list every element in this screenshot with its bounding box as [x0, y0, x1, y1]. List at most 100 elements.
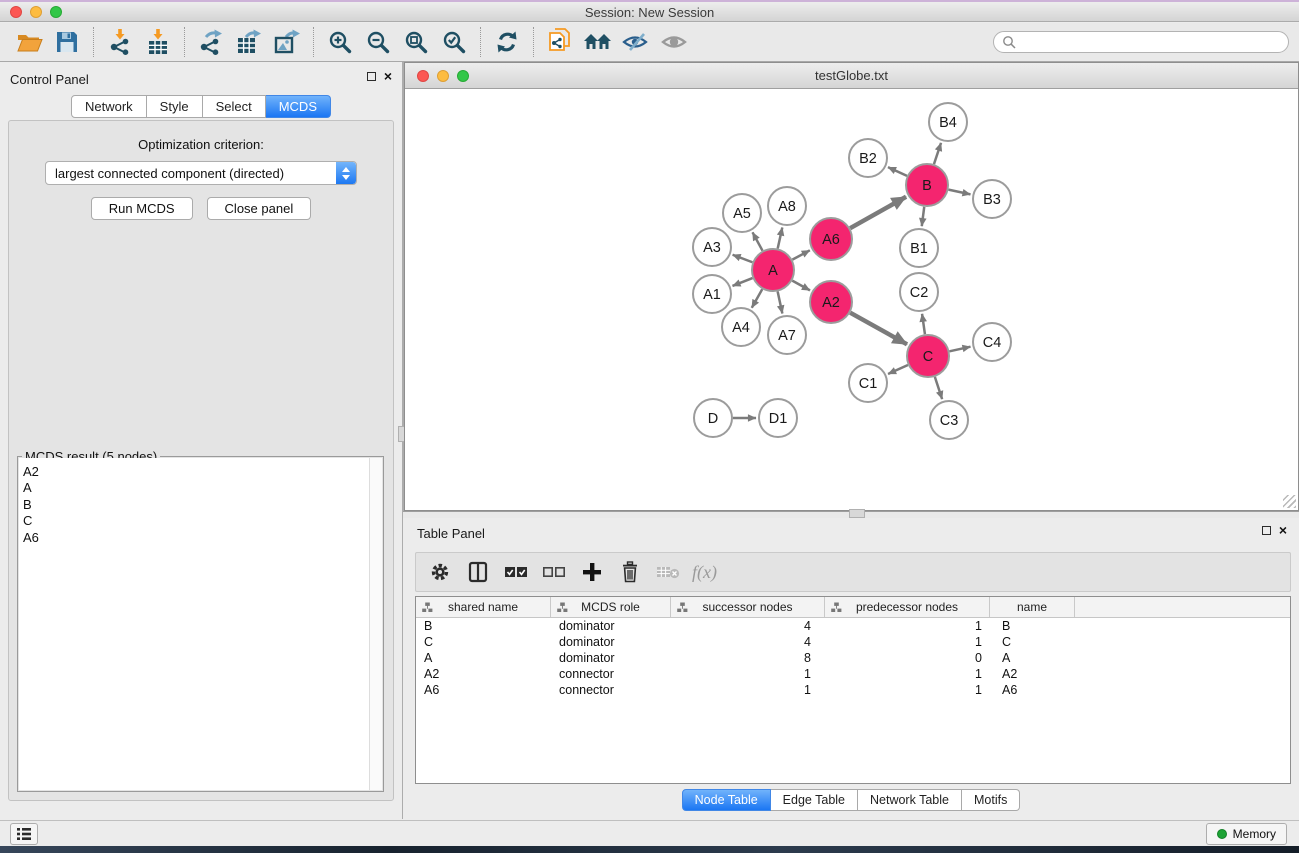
graph-node-A3[interactable]: A3 — [693, 228, 731, 266]
open-session-button[interactable] — [10, 26, 48, 58]
graph-node-B4[interactable]: B4 — [929, 103, 967, 141]
import-network-button[interactable] — [101, 26, 139, 58]
table-row[interactable]: A2connector11A2 — [416, 666, 1290, 682]
save-session-button[interactable] — [48, 26, 86, 58]
graph-edge-A-A7[interactable] — [778, 292, 783, 314]
export-table-button[interactable] — [230, 26, 268, 58]
tab-mcds[interactable]: MCDS — [266, 95, 331, 118]
hide-selected-button[interactable] — [617, 26, 655, 58]
tab-style[interactable]: Style — [147, 95, 203, 118]
zoom-fit-button[interactable] — [397, 26, 435, 58]
graph-edge-C-C4[interactable] — [949, 347, 970, 352]
delete-column-button[interactable] — [614, 557, 646, 587]
table-row[interactable]: Cdominator41C — [416, 634, 1290, 650]
horizontal-splitter-grip[interactable] — [849, 509, 865, 518]
close-panel-icon[interactable]: × — [384, 72, 392, 81]
graph-node-B3[interactable]: B3 — [973, 180, 1011, 218]
result-item[interactable]: B — [23, 497, 369, 513]
graph-edge-A-A1[interactable] — [732, 278, 752, 286]
function-builder-button[interactable]: f(x) — [692, 562, 717, 583]
graph-node-D1[interactable]: D1 — [759, 399, 797, 437]
graph-edge-C-C2[interactable] — [922, 314, 925, 334]
graph-edge-B-B2[interactable] — [888, 167, 907, 176]
graph-node-C3[interactable]: C3 — [930, 401, 968, 439]
graph-edge-A-A8[interactable] — [778, 227, 783, 248]
graph-edge-A-A2[interactable] — [792, 281, 810, 291]
refresh-button[interactable] — [488, 26, 526, 58]
tab-network-table[interactable]: Network Table — [858, 789, 962, 811]
float-panel-icon[interactable] — [367, 72, 376, 81]
first-neighbors-button[interactable] — [579, 26, 617, 58]
search-field[interactable] — [993, 31, 1289, 53]
tab-network[interactable]: Network — [71, 95, 147, 118]
result-item[interactable]: A — [23, 480, 369, 496]
column-header-name[interactable]: name — [990, 597, 1075, 617]
graph-node-B2[interactable]: B2 — [849, 139, 887, 177]
graph-node-A7[interactable]: A7 — [768, 316, 806, 354]
zoom-in-button[interactable] — [321, 26, 359, 58]
export-network-button[interactable] — [192, 26, 230, 58]
graph-node-D[interactable]: D — [694, 399, 732, 437]
graph-edge-A6-B[interactable] — [850, 197, 906, 228]
tab-node-table[interactable]: Node Table — [682, 789, 771, 811]
delete-table-button[interactable] — [652, 557, 684, 587]
network-window-titlebar[interactable]: testGlobe.txt — [405, 63, 1298, 89]
select-all-button[interactable] — [500, 557, 532, 587]
result-item[interactable]: A6 — [23, 530, 369, 546]
memory-button[interactable]: Memory — [1206, 823, 1287, 845]
graph-node-B[interactable]: B — [906, 164, 948, 206]
result-item[interactable]: C — [23, 513, 369, 529]
graph-edge-B-B3[interactable] — [949, 190, 971, 195]
graph-node-A6[interactable]: A6 — [810, 218, 852, 260]
show-all-button[interactable] — [655, 26, 693, 58]
zoom-selected-button[interactable] — [435, 26, 473, 58]
tab-motifs[interactable]: Motifs — [962, 789, 1020, 811]
table-row[interactable]: A6connector11A6 — [416, 682, 1290, 698]
table-settings-button[interactable] — [424, 557, 456, 587]
import-table-button[interactable] — [139, 26, 177, 58]
graph-edge-A-A4[interactable] — [752, 289, 762, 308]
graph-node-A1[interactable]: A1 — [693, 275, 731, 313]
column-header-shared-name[interactable]: shared name — [416, 597, 551, 617]
graph-node-C[interactable]: C — [907, 335, 949, 377]
float-table-panel-icon[interactable] — [1262, 526, 1271, 535]
graph-edge-C-C3[interactable] — [935, 377, 942, 399]
task-history-button[interactable] — [10, 823, 38, 845]
graph-edge-A2-C[interactable] — [850, 313, 907, 345]
graph-edge-B-B1[interactable] — [922, 207, 924, 226]
graph-node-C1[interactable]: C1 — [849, 364, 887, 402]
export-image-button[interactable] — [268, 26, 306, 58]
result-item[interactable]: A2 — [23, 464, 369, 480]
close-table-panel-icon[interactable]: × — [1279, 526, 1287, 535]
graph-node-A[interactable]: A — [752, 249, 794, 291]
criterion-select[interactable]: largest connected component (directed) — [45, 161, 357, 185]
tab-select[interactable]: Select — [203, 95, 266, 118]
column-header-MCDS-role[interactable]: MCDS role — [551, 597, 671, 617]
show-columns-button[interactable] — [462, 557, 494, 587]
graph-node-A2[interactable]: A2 — [810, 281, 852, 323]
close-panel-button[interactable]: Close panel — [207, 197, 312, 220]
zoom-out-button[interactable] — [359, 26, 397, 58]
graph-edge-C-C1[interactable] — [888, 365, 908, 374]
table-row[interactable]: Adominator80A — [416, 650, 1290, 666]
table-row[interactable]: Bdominator41B — [416, 618, 1290, 634]
graph-edge-A-A3[interactable] — [733, 255, 753, 262]
column-header-predecessor-nodes[interactable]: predecessor nodes — [825, 597, 990, 617]
graph-node-C4[interactable]: C4 — [973, 323, 1011, 361]
graph-node-A4[interactable]: A4 — [722, 308, 760, 346]
new-network-from-selection-button[interactable] — [541, 26, 579, 58]
graph-edge-A-A6[interactable] — [792, 250, 809, 259]
column-header-successor-nodes[interactable]: successor nodes — [671, 597, 825, 617]
graph-node-A8[interactable]: A8 — [768, 187, 806, 225]
graph-node-A5[interactable]: A5 — [723, 194, 761, 232]
create-column-button[interactable] — [576, 557, 608, 587]
deselect-all-button[interactable] — [538, 557, 570, 587]
graph-node-C2[interactable]: C2 — [900, 273, 938, 311]
graph-node-B1[interactable]: B1 — [900, 229, 938, 267]
search-input[interactable] — [1020, 35, 1280, 49]
resize-grip-icon[interactable] — [1283, 495, 1296, 508]
run-mcds-button[interactable]: Run MCDS — [91, 197, 193, 220]
tab-edge-table[interactable]: Edge Table — [771, 789, 858, 811]
network-canvas[interactable]: B4 B2 B B3 A8A5 A6 A3 B1 A C2 A1 A2 A4A7 C4 C C1 C3 D D1 — [405, 90, 1298, 510]
graph-edge-B-B4[interactable] — [934, 143, 941, 164]
